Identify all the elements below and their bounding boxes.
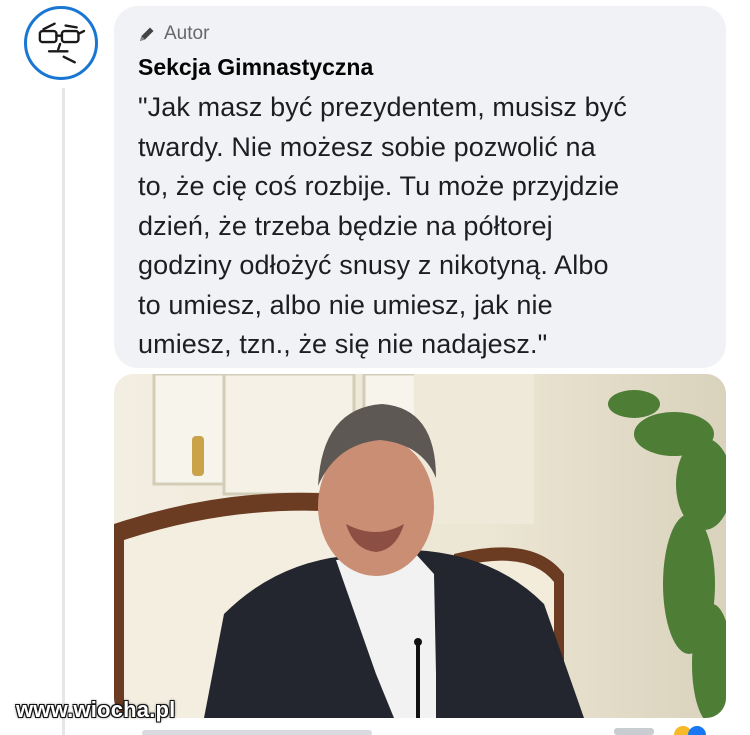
watermark: www.wiocha.pl xyxy=(16,697,176,722)
attached-photo[interactable] xyxy=(114,374,726,718)
action-bar xyxy=(114,724,726,735)
thread-line xyxy=(62,88,65,735)
author-name-link[interactable]: Sekcja Gimnastyczna xyxy=(138,52,702,82)
reaction-count xyxy=(614,728,654,735)
nerd-face-avatar-icon xyxy=(38,22,86,64)
comment-text: "Jak masz być prezydentem, musisz być tw… xyxy=(138,92,627,359)
author-badge-label: Autor xyxy=(164,23,210,44)
pencil-icon xyxy=(140,27,154,41)
like-reaction-icon[interactable] xyxy=(688,726,706,735)
action-links xyxy=(142,730,372,735)
photo-illustration xyxy=(114,374,726,718)
avatar[interactable] xyxy=(24,6,98,80)
comment-bubble: Autor Sekcja Gimnastyczna "Jak masz być … xyxy=(114,6,726,368)
author-badge: Autor xyxy=(138,22,702,46)
